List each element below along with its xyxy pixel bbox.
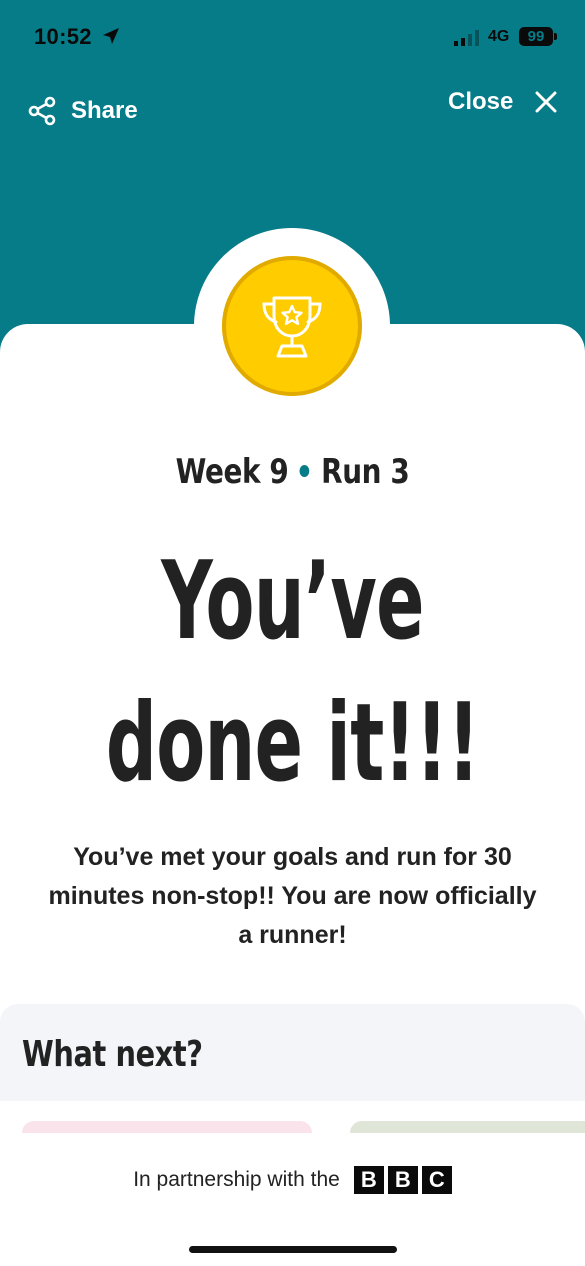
share-label: Share: [71, 97, 138, 124]
close-icon: [535, 91, 557, 113]
close-button[interactable]: Close: [448, 88, 557, 116]
headline-line-1: You’ve: [161, 539, 424, 664]
bbc-logo-letter: B: [387, 1166, 418, 1194]
what-next-title: What next?: [22, 1034, 203, 1075]
status-time: 10:52: [34, 24, 92, 49]
headline-line-2: done it!!!: [105, 681, 480, 806]
close-label: Close: [448, 88, 514, 115]
home-indicator[interactable]: [189, 1246, 397, 1253]
congrats-message: You’ve met your goals and run for 30 min…: [48, 843, 537, 949]
bbc-logo-letter: C: [421, 1166, 452, 1194]
achievement-badge: [222, 256, 362, 396]
bbc-logo-letter: B: [353, 1166, 384, 1194]
share-icon: [28, 96, 56, 126]
partnership-line: In partnership with the B B C: [0, 1166, 585, 1194]
next-card[interactable]: [350, 1121, 585, 1133]
location-arrow-icon: [103, 28, 119, 44]
next-card[interactable]: [22, 1121, 312, 1133]
status-bar: 10:52 4G 99: [0, 0, 585, 70]
separator-dot: [299, 464, 310, 477]
week-label: Week 9: [175, 452, 289, 492]
network-type: 4G: [488, 28, 510, 45]
trophy-star-icon: [262, 296, 322, 358]
partnership-text: In partnership with the: [133, 1168, 340, 1191]
week-run-label: Week 9 Run 3: [53, 452, 533, 492]
signal-strength-icon: [454, 30, 479, 46]
run-label: Run 3: [321, 452, 410, 492]
what-next-section: What next?: [0, 1004, 585, 1101]
bbc-logo: B B C: [353, 1166, 452, 1194]
battery-tip: [554, 33, 557, 40]
battery-icon: 99: [519, 27, 553, 46]
share-button[interactable]: Share: [27, 96, 138, 126]
